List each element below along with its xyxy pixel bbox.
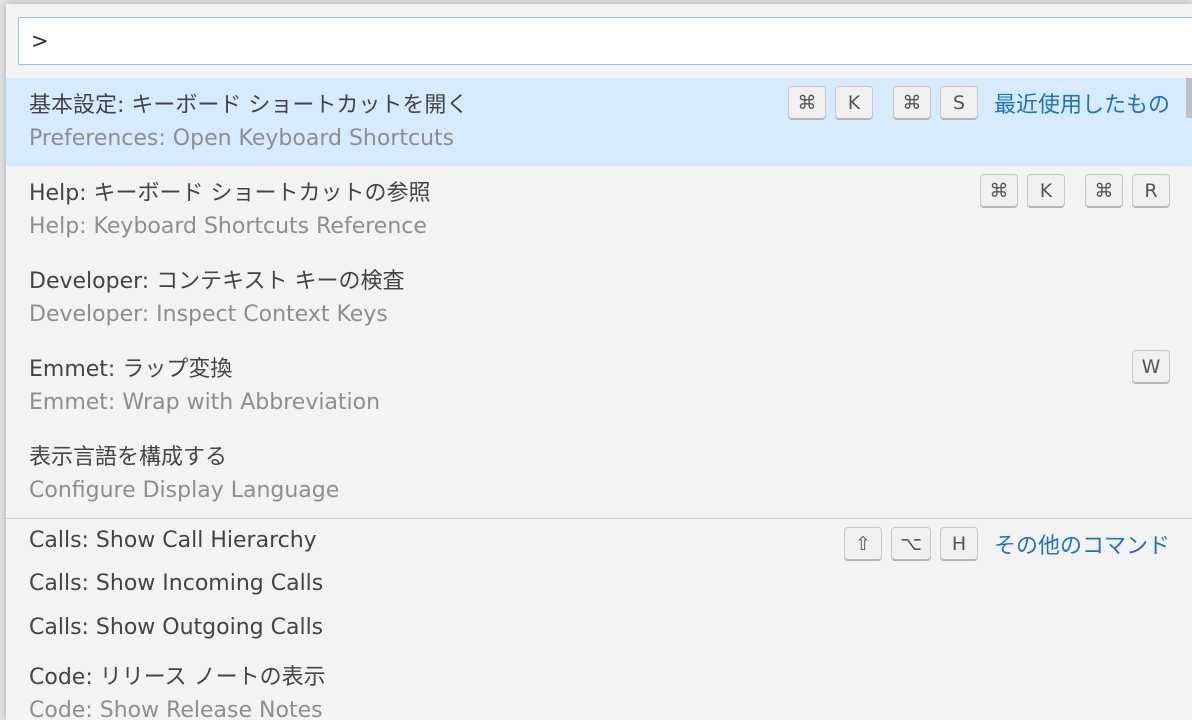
keybinding-key: S (939, 86, 978, 120)
command-item[interactable]: 表示言語を構成する Configure Display Language (6, 430, 1192, 518)
keybinding-area: ⌘ K ⌘ S 最近使用したもの (787, 86, 1170, 120)
command-item[interactable]: Calls: Show Incoming Calls (6, 562, 1192, 606)
keybinding-key: ⌘ (980, 174, 1018, 208)
command-detail: Emmet: Wrap with Abbreviation (29, 390, 381, 415)
command-detail: Configure Display Language (29, 478, 340, 503)
command-item[interactable]: 基本設定: キーボード ショートカットを開く Preferences: Open … (6, 78, 1192, 166)
keybinding-chord: W (1132, 350, 1170, 384)
keybinding-key: R (1132, 174, 1170, 208)
command-detail: Code: Show Release Notes (29, 698, 323, 720)
command-label: Emmet: ラップ変換 (29, 357, 233, 382)
command-detail: Developer: Inspect Context Keys (29, 302, 388, 327)
command-label: 表示言語を構成する (29, 445, 228, 470)
keybinding-area: W (1132, 350, 1170, 384)
keybinding-area: ⇧ ⌥ H その他のコマンド (844, 527, 1170, 561)
command-detail: Help: Keyboard Shortcuts Reference (29, 214, 427, 239)
keybinding-key: ⌘ (1085, 174, 1123, 208)
command-input-box (18, 17, 1192, 65)
keybinding-chord: ⌘ R (1085, 174, 1170, 208)
command-list: 基本設定: キーボード ショートカットを開く Preferences: Open … (6, 78, 1192, 720)
command-item[interactable]: Calls: Show Outgoing Calls (6, 606, 1192, 650)
scrollbar-thumb[interactable] (1186, 78, 1192, 118)
command-label: Calls: Show Call Hierarchy (29, 528, 317, 553)
command-input[interactable] (19, 18, 1192, 64)
keybinding-chord: ⇧ ⌥ H (844, 527, 978, 561)
command-item[interactable]: Calls: Show Call Hierarchy ⇧ ⌥ H その他のコマンド (6, 518, 1192, 562)
group-tag: 最近使用したもの (993, 93, 1170, 118)
keybinding-chord: ⌘ S (892, 86, 978, 120)
command-item[interactable]: Emmet: ラップ変換 Emmet: Wrap with Abbreviatio… (6, 342, 1192, 430)
keybinding-key: ⌘ (892, 86, 931, 120)
group-tag: その他のコマンド (993, 534, 1170, 559)
command-label: Help: キーボード ショートカットの参照 (29, 181, 431, 206)
keybinding-key: W (1132, 350, 1170, 384)
command-label: Developer: コンテキスト キーの検査 (29, 269, 405, 294)
keybinding-area: ⌘ K ⌘ R (980, 174, 1170, 208)
command-label: Calls: Show Outgoing Calls (29, 615, 324, 640)
keybinding-chord: ⌘ K (787, 86, 873, 120)
keybinding-key: K (834, 86, 873, 120)
keybinding-key: H (939, 527, 978, 561)
keybinding-key: K (1027, 174, 1065, 208)
command-palette: 基本設定: キーボード ショートカットを開く Preferences: Open … (6, 4, 1192, 720)
command-item[interactable]: Code: リリース ノートの表示 Code: Show Release Note… (6, 650, 1192, 720)
command-item[interactable]: Developer: コンテキスト キーの検査 Developer: Inspec… (6, 254, 1192, 342)
keybinding-key: ⌥ (891, 527, 931, 561)
command-item[interactable]: Help: キーボード ショートカットの参照 Help: Keyboard Sho… (6, 166, 1192, 254)
keybinding-chord: ⌘ K (980, 174, 1065, 208)
command-detail: Preferences: Open Keyboard Shortcuts (29, 126, 455, 151)
keybinding-key: ⇧ (844, 527, 883, 561)
command-label: Calls: Show Incoming Calls (29, 571, 324, 596)
keybinding-key: ⌘ (787, 86, 826, 120)
command-label: 基本設定: キーボード ショートカットを開く (29, 93, 469, 118)
command-label: Code: リリース ノートの表示 (29, 665, 326, 690)
